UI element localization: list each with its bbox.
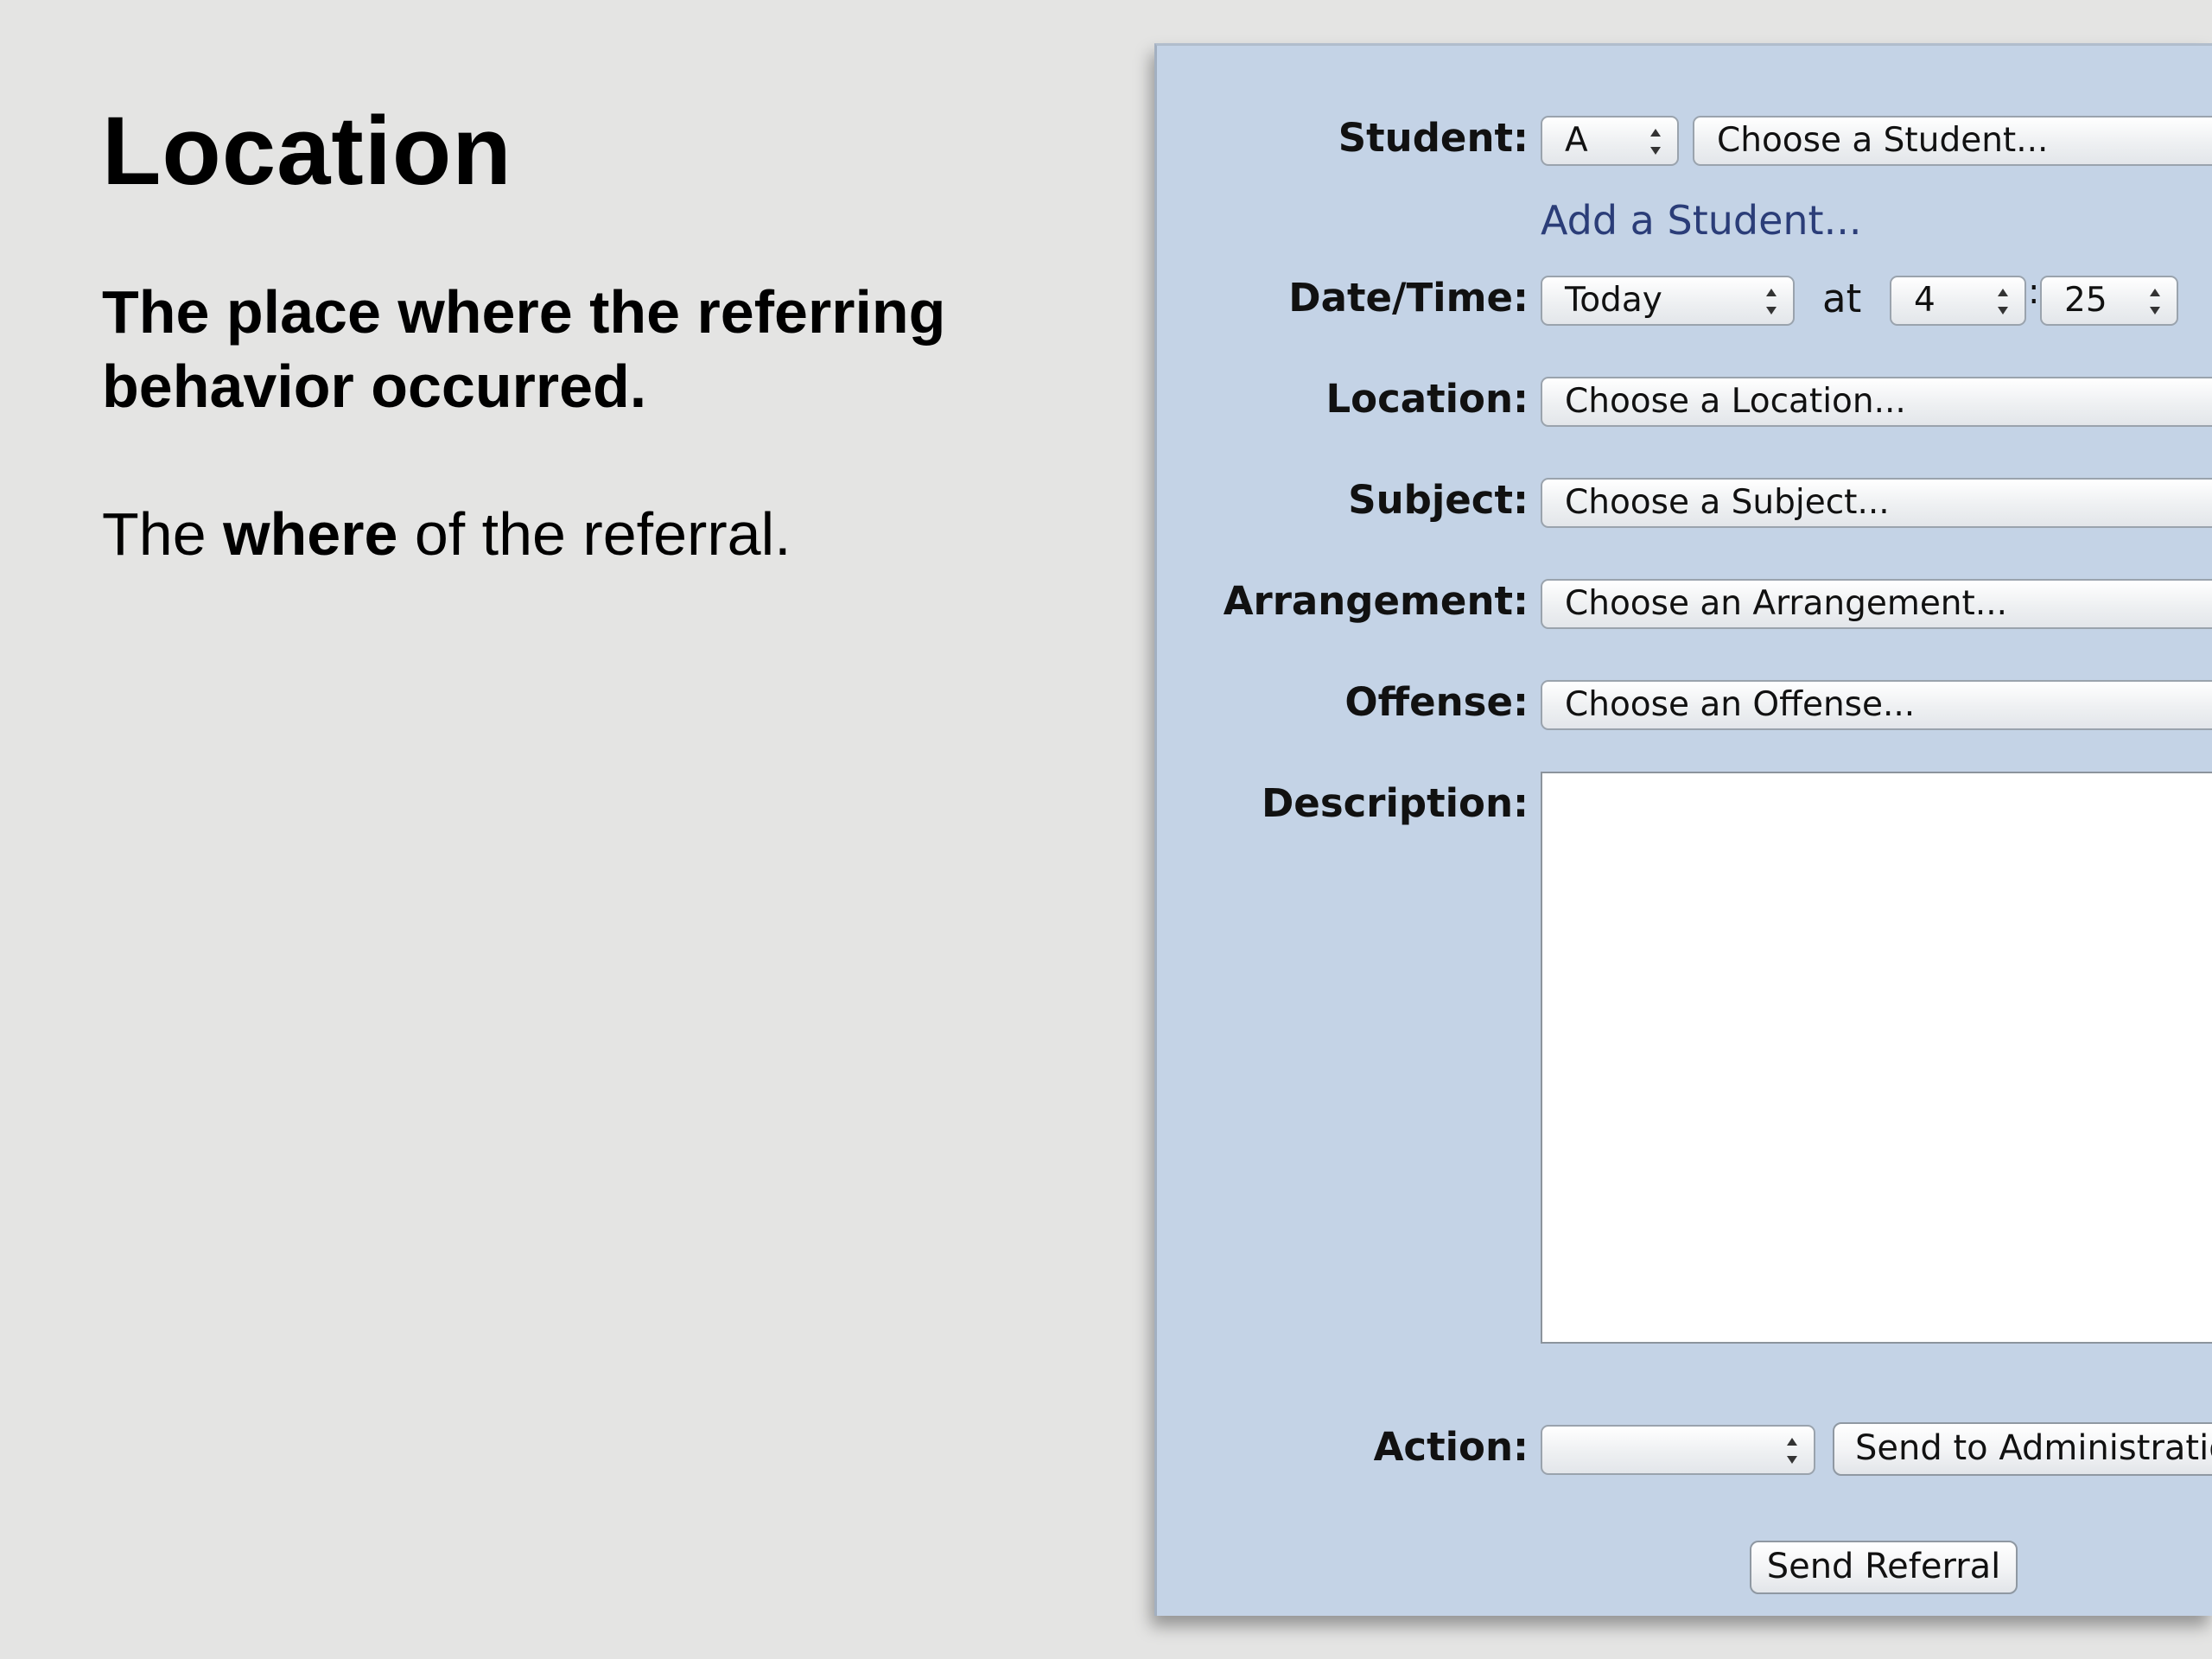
slide-body: The where of the referral. — [102, 497, 791, 571]
subject-label: Subject: — [1348, 477, 1529, 523]
send-referral-button[interactable]: Send Referral — [1750, 1541, 2018, 1594]
minute-select[interactable]: 25 — [2040, 276, 2178, 326]
slide-body-emphasis: where — [223, 500, 398, 568]
hour-value: 4 — [1914, 281, 1936, 320]
arrangement-select-placeholder: Choose an Arrangement... — [1565, 584, 2008, 623]
day-value: Today — [1565, 281, 1662, 320]
datetime-label: Date/Time: — [1288, 275, 1529, 321]
stepper-arrows-icon — [1765, 289, 1777, 315]
slide-title: Location — [102, 97, 512, 205]
student-select[interactable]: Choose a Student... — [1693, 116, 2212, 166]
description-textarea[interactable] — [1541, 772, 2212, 1344]
slide-body-suffix: of the referral. — [397, 500, 791, 568]
arrangement-select[interactable]: Choose an Arrangement... — [1541, 579, 2212, 629]
student-label: Student: — [1338, 115, 1529, 161]
hour-select[interactable]: 4 — [1890, 276, 2026, 326]
offense-label: Offense: — [1344, 679, 1529, 725]
minute-value: 25 — [2064, 281, 2107, 320]
stepper-arrows-icon — [1649, 129, 1662, 155]
subject-select[interactable]: Choose a Subject... — [1541, 478, 2212, 528]
slide-subtitle: The place where the referring behavior o… — [102, 278, 946, 420]
offense-select[interactable]: Choose an Offense... — [1541, 680, 2212, 730]
stepper-arrows-icon — [2149, 289, 2161, 315]
stepper-arrows-icon — [1997, 289, 2009, 315]
subject-select-placeholder: Choose a Subject... — [1565, 483, 1890, 522]
student-letter-select[interactable]: A — [1541, 116, 1679, 166]
offense-select-placeholder: Choose an Offense... — [1565, 685, 1916, 724]
day-select[interactable]: Today — [1541, 276, 1795, 326]
student-select-placeholder: Choose a Student... — [1717, 121, 2049, 160]
stepper-arrows-icon — [1786, 1438, 1798, 1464]
description-label: Description: — [1261, 780, 1529, 826]
send-to-administration-button[interactable]: Send to Administration — [1833, 1422, 2212, 1476]
at-text: at — [1822, 276, 1862, 321]
action-select[interactable] — [1541, 1425, 1815, 1475]
slide-body-prefix: The — [102, 500, 224, 568]
referral-form-panel: Student: A Choose a Student... Add a Stu… — [1154, 43, 2212, 1616]
action-label: Action: — [1373, 1424, 1529, 1470]
arrangement-label: Arrangement: — [1223, 578, 1529, 624]
student-letter-value: A — [1565, 121, 1588, 160]
location-label: Location: — [1325, 376, 1529, 422]
location-select[interactable]: Choose a Location... — [1541, 377, 2212, 427]
time-separator: : — [2028, 272, 2040, 312]
location-select-placeholder: Choose a Location... — [1565, 382, 1906, 421]
add-student-link[interactable]: Add a Student... — [1541, 197, 1861, 244]
